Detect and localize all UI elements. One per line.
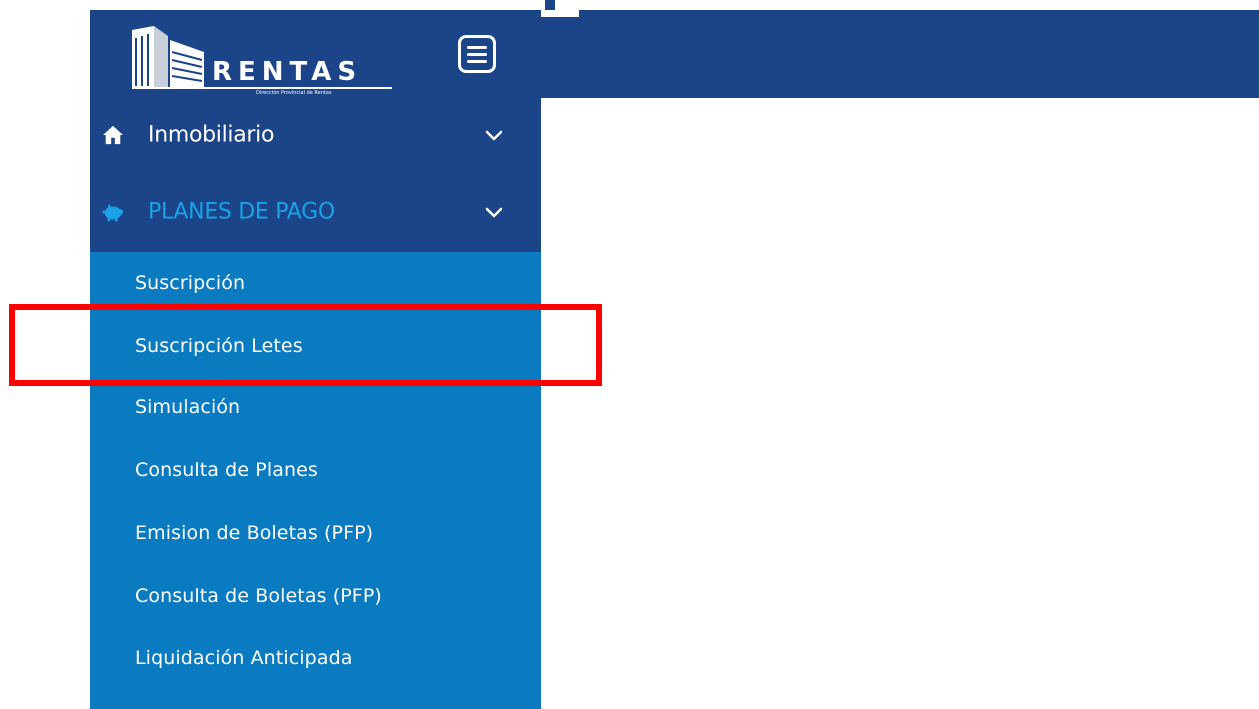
submenu-item-suscripcion-letes[interactable]: Suscripción Letes (135, 326, 303, 366)
logo-subtitle: Dirección Provincial de Rentas (256, 90, 332, 96)
submenu-item-simulacion[interactable]: Simulación (135, 387, 240, 427)
sidebar-group-planes-de-pago[interactable]: PLANES DE PAGO (90, 182, 541, 242)
hamburger-menu-button[interactable] (458, 35, 496, 73)
submenu-item-suscripcion[interactable]: Suscripción (135, 263, 245, 303)
sidebar: RENTAS Dirección Provincial de Rentas In… (90, 10, 541, 709)
logo-text: RENTAS (212, 57, 363, 87)
hamburger-line (467, 60, 487, 63)
submenu-item-liquidacion-anticipada[interactable]: Liquidación Anticipada (135, 638, 352, 678)
submenu-item-consulta-de-planes[interactable]: Consulta de Planes (135, 450, 318, 490)
piggy-bank-icon (102, 203, 124, 222)
sidebar-group-label: PLANES DE PAGO (148, 199, 335, 225)
home-icon (103, 125, 123, 145)
top-header-bar (541, 10, 1259, 98)
chevron-down-icon (485, 207, 503, 218)
sidebar-group-label: Inmobiliario (148, 122, 275, 148)
submenu-item-consulta-de-boletas[interactable]: Consulta de Boletas (PFP) (135, 576, 382, 616)
rentas-logo[interactable]: RENTAS Dirección Provincial de Rentas (132, 22, 396, 99)
hamburger-line (467, 53, 487, 56)
sidebar-group-inmobiliario[interactable]: Inmobiliario (90, 105, 541, 165)
submenu-item-emision-de-boletas[interactable]: Emision de Boletas (PFP) (135, 513, 373, 553)
chevron-down-icon (485, 130, 503, 141)
hamburger-line (467, 46, 487, 49)
header-notch-mark (545, 0, 555, 10)
